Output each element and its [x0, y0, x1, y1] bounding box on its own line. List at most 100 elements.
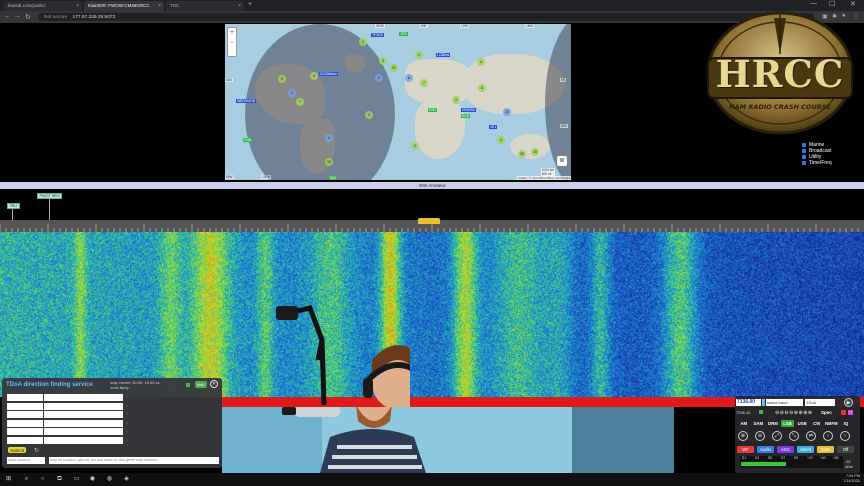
step-button[interactable]: ⊕ — [808, 410, 812, 416]
map-cluster-marker[interactable]: 37 — [390, 64, 398, 72]
remove-row-icon[interactable]: × — [126, 403, 128, 408]
tdoa-host-row[interactable] — [7, 436, 123, 444]
zoom-tool-icon[interactable]: › — [840, 431, 850, 441]
map-station-label[interactable]: G3B — [243, 138, 253, 142]
function-button-agc[interactable]: AGC — [777, 446, 794, 453]
tdoa-host-input[interactable] — [7, 428, 43, 435]
function-button-wf[interactable]: WF — [737, 446, 754, 453]
play-button[interactable]: ▶ — [844, 398, 853, 407]
chrome-icon[interactable]: ◉ — [88, 475, 97, 484]
search-icon[interactable]: ⌕ — [22, 475, 31, 484]
map-cluster-marker[interactable]: 20 — [518, 150, 526, 158]
station-label[interactable]: 7RU — [7, 203, 20, 209]
record-icon[interactable] — [841, 410, 846, 415]
legend-item-time-freq[interactable]: Time/Freq — [802, 160, 862, 166]
frequency-step-indicator[interactable] — [762, 399, 765, 406]
map-station-label[interactable]: VK6I/Sk — [461, 108, 476, 112]
function-button-stats[interactable]: Stats — [817, 446, 834, 453]
remove-row-icon[interactable]: × — [126, 411, 128, 416]
map-cluster-marker[interactable]: 4 — [477, 58, 485, 66]
map-station-label[interactable]: ZX2/Maine — [319, 72, 338, 76]
map-station-label[interactable]: SC6 — [461, 114, 470, 118]
function-button-audio[interactable]: Audio — [757, 446, 774, 453]
zoom-tool-icon[interactable]: ‹ — [823, 431, 833, 441]
tdoa-host-input[interactable] — [7, 411, 43, 418]
remove-row-icon[interactable]: × — [126, 394, 128, 399]
map-station-label[interactable]: JPD — [399, 32, 408, 36]
map-cluster-marker[interactable]: 3 — [379, 57, 387, 65]
remove-row-icon[interactable]: × — [126, 437, 128, 442]
map-station-label[interactable]: TF3OZ — [371, 33, 385, 37]
map-station-label[interactable]: SIG — [329, 176, 338, 180]
map-cluster-marker[interactable]: 2 — [411, 142, 419, 150]
step-button[interactable]: ⊕ — [794, 410, 798, 416]
tdoa-host-input[interactable] — [7, 419, 43, 427]
zoom-tool-icon[interactable]: ⊕ — [738, 431, 748, 441]
submit-button[interactable]: Submit — [8, 447, 27, 453]
zoom-out-button[interactable]: − — [228, 38, 236, 48]
zoom-in-button[interactable]: + — [228, 28, 236, 38]
help-button[interactable]: help — [195, 381, 207, 388]
band-bar[interactable]: 40m Amateur — [0, 182, 864, 189]
windows-start-icon[interactable]: ⊞ — [4, 475, 13, 484]
tdoa-host-row[interactable] — [7, 411, 123, 418]
refresh-icon[interactable]: ↻ — [34, 447, 39, 454]
close-icon[interactable]: × — [158, 3, 161, 9]
mode-button-iq[interactable]: IQ — [839, 420, 853, 427]
map-attribution[interactable]: Leaflet | © OpenStreetMap contributors — [516, 176, 571, 180]
settings-icon[interactable] — [848, 410, 853, 415]
function-button-off[interactable]: Off — [837, 446, 854, 453]
step-button[interactable]: ⊖ — [775, 410, 779, 416]
map-cluster-marker[interactable]: 8 — [478, 84, 486, 92]
station-label[interactable]: PWOT 9RO — [37, 193, 63, 199]
mode-button-sam[interactable]: SAM — [752, 420, 766, 427]
waterfall-display[interactable] — [0, 232, 864, 397]
map-station-label[interactable]: JK1 — [489, 125, 498, 129]
close-icon[interactable]: × — [238, 3, 241, 9]
tdoa-host-input[interactable] — [7, 402, 43, 410]
map-cluster-marker[interactable]: 4 — [310, 72, 318, 80]
tdoa-host-row[interactable] — [7, 419, 123, 427]
tdoa-host-row[interactable] — [7, 394, 123, 401]
spec-button[interactable]: Spec — [821, 410, 832, 415]
tdoa-host-row[interactable] — [7, 428, 123, 435]
system-clock[interactable]: 7:04 PM 7/14/2021 — [843, 474, 860, 484]
map-station-label[interactable]: LC8Bss — [436, 53, 451, 57]
tdoa-zoom-input[interactable]: basic zoom in — [7, 457, 45, 464]
forward-arrow-icon[interactable]: → — [14, 13, 21, 20]
map-cluster-marker[interactable]: 2 — [288, 89, 296, 97]
close-icon[interactable]: ✕ — [210, 380, 218, 388]
remove-row-icon[interactable]: × — [126, 420, 128, 425]
task-view-icon[interactable]: ⧉ — [55, 475, 64, 484]
url-input[interactable]: Not secure 177.67.229.25:5073 — [38, 13, 814, 21]
step-button[interactable]: ⊖ — [789, 410, 793, 416]
tdoa-host-input[interactable] — [7, 394, 43, 401]
step-button[interactable]: ⊕ — [803, 410, 807, 416]
zoom-tool-icon[interactable]: ⤡ — [789, 431, 799, 441]
map-cluster-marker[interactable]: 5 — [278, 75, 286, 83]
lock-checkbox[interactable] — [759, 410, 763, 414]
map-cluster-marker[interactable]: 5 — [452, 96, 460, 104]
tab-toc[interactable]: TOC × — [166, 1, 244, 11]
passband-marker[interactable] — [418, 218, 440, 224]
minimize-button[interactable]: — — [810, 0, 817, 7]
mode-button-drm[interactable]: DRM — [766, 420, 780, 427]
file-explorer-icon[interactable]: ▭ — [72, 475, 81, 484]
step-button[interactable]: ⊖ — [784, 410, 788, 416]
new-tab-button[interactable]: + — [248, 1, 252, 8]
extension-select[interactable]: TDoA — [805, 399, 835, 406]
layers-icon[interactable]: ≣ — [557, 156, 567, 166]
map-cluster-marker[interactable]: 7 — [420, 79, 428, 87]
map-station-label[interactable]: WB/VK4HE — [236, 99, 257, 103]
remove-row-icon[interactable]: × — [126, 428, 128, 433]
close-window-button[interactable]: ✕ — [850, 0, 856, 8]
map-cluster-marker[interactable]: 2 — [325, 134, 333, 142]
band-select[interactable]: select band — [766, 399, 803, 406]
map-cluster-marker[interactable]: 2 — [415, 51, 423, 59]
mode-button-am[interactable]: AM — [737, 420, 751, 427]
maximize-button[interactable]: ☐ — [829, 0, 835, 8]
world-map[interactable]: TF3OZ LC8Bss ZX2/Maine WB/VK4HE VK6I/Sk … — [225, 24, 571, 180]
reload-icon[interactable]: ↻ — [25, 13, 31, 21]
zoom-tool-icon[interactable]: ⇄ — [806, 431, 816, 441]
tab-kiwisdr-public[interactable]: kiwisdr.com/public/ × — [4, 1, 82, 11]
